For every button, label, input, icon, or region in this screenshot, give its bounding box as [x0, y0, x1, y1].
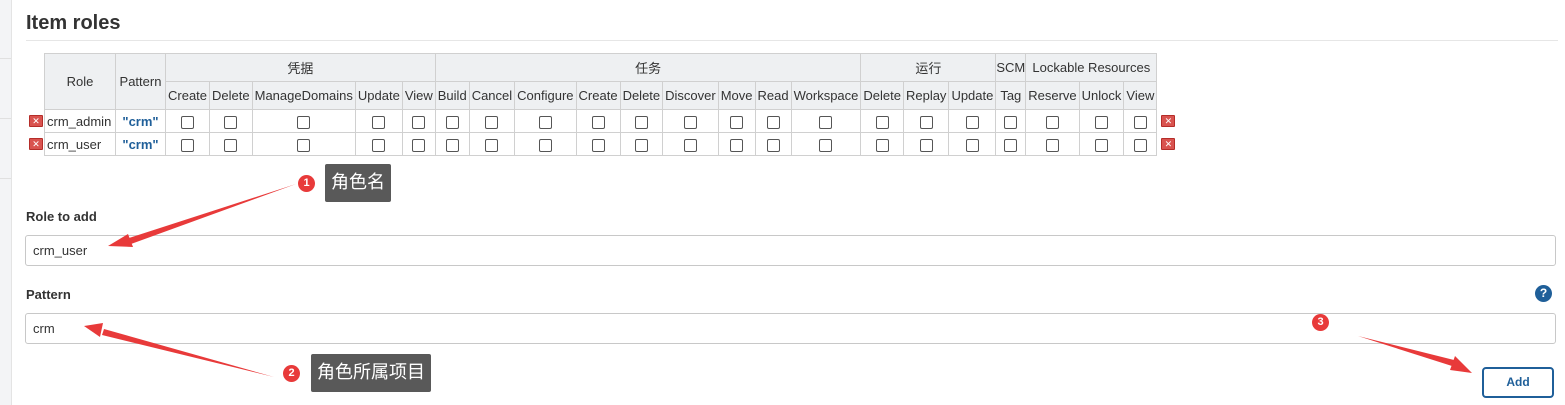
arrow-icon — [84, 323, 274, 377]
arrow-icon — [108, 184, 296, 247]
annotation-arrows — [84, 184, 1472, 377]
annotation-label-role-project: 角色所属项目 — [311, 354, 431, 392]
annotation-marker-1: 1 — [298, 175, 315, 192]
delete-icon[interactable]: ✕ — [1161, 138, 1176, 150]
delete-icon[interactable]: ✕ — [29, 115, 43, 127]
annotation-marker-2: 2 — [283, 365, 300, 382]
arrow-icon — [1358, 336, 1472, 373]
delete-icon[interactable]: ✕ — [1161, 115, 1176, 127]
annotation-label-role-name: 角色名 — [325, 164, 391, 202]
annotation-marker-3: 3 — [1312, 314, 1329, 331]
delete-icon[interactable]: ✕ — [29, 138, 43, 150]
